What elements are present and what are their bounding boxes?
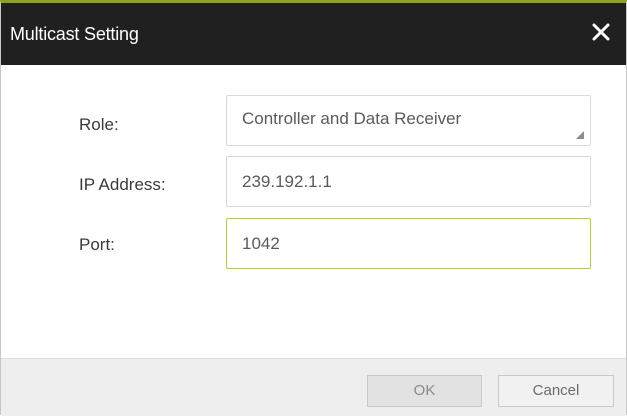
dialog-footer: OK Cancel [1, 358, 626, 416]
multicast-setting-dialog: Multicast Setting Role: Controller and D… [0, 0, 627, 416]
dialog-title: Multicast Setting [10, 24, 139, 44]
ip-address-field[interactable]: 239.192.1.1 [226, 156, 591, 207]
port-value: 1042 [242, 234, 280, 253]
ip-address-label: IP Address: [79, 175, 166, 194]
role-select-value: Controller and Data Receiver [242, 109, 462, 128]
role-label: Role: [79, 115, 119, 134]
dropdown-corner-icon [576, 131, 584, 139]
ok-button[interactable]: OK [367, 375, 482, 407]
ip-address-value: 239.192.1.1 [242, 172, 332, 191]
dialog-titlebar: Multicast Setting [1, 3, 626, 65]
port-label: Port: [79, 235, 115, 254]
cancel-button[interactable]: Cancel [498, 375, 614, 407]
close-icon[interactable] [588, 19, 614, 45]
port-field[interactable]: 1042 [226, 218, 591, 269]
role-select[interactable]: Controller and Data Receiver [226, 95, 591, 146]
